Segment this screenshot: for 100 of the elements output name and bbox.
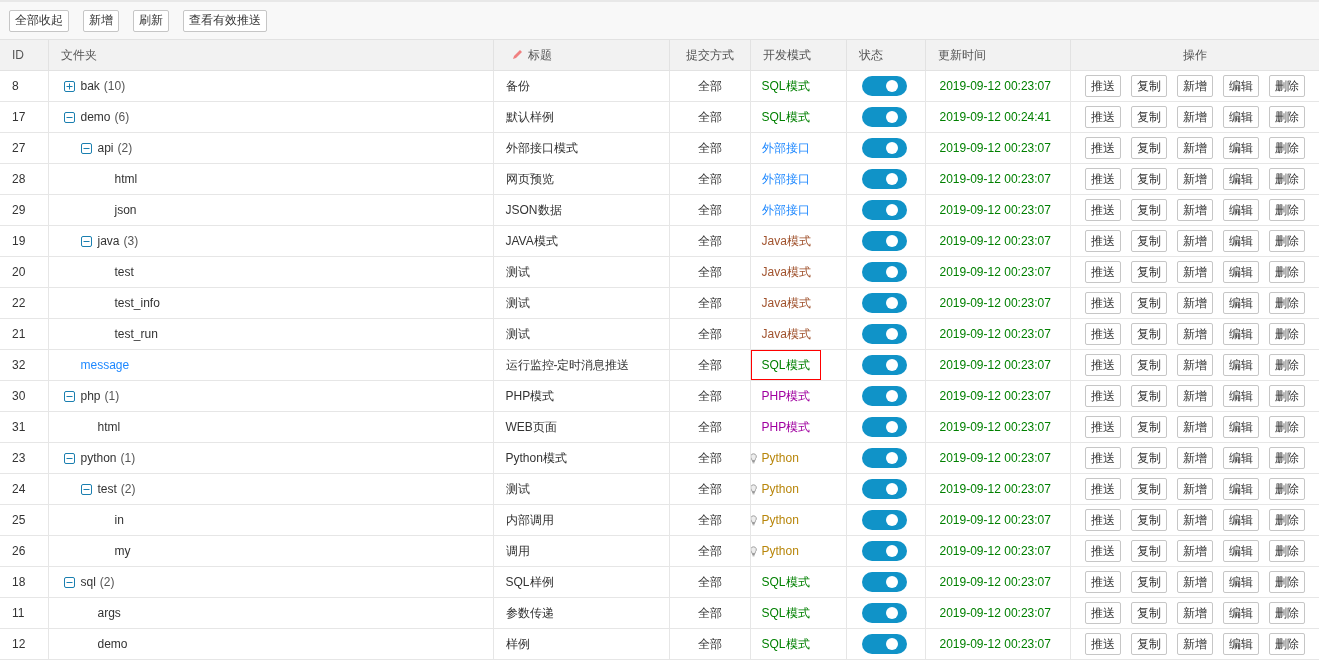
status-toggle[interactable] xyxy=(861,541,907,561)
row-action-button[interactable]: 推送 xyxy=(1084,478,1121,500)
toolbar-button[interactable]: 刷新 xyxy=(133,9,169,32)
row-action-button[interactable]: 删除 xyxy=(1268,416,1305,438)
row-action-button[interactable]: 新增 xyxy=(1176,75,1213,97)
row-action-button[interactable]: 新增 xyxy=(1176,168,1213,190)
row-action-button[interactable]: 新增 xyxy=(1176,385,1213,407)
status-toggle[interactable] xyxy=(861,200,907,220)
status-toggle[interactable] xyxy=(861,510,907,530)
row-action-button[interactable]: 复制 xyxy=(1130,230,1167,252)
row-action-button[interactable]: 编辑 xyxy=(1222,571,1259,593)
row-action-button[interactable]: 复制 xyxy=(1130,261,1167,283)
status-toggle[interactable] xyxy=(861,603,907,623)
row-action-button[interactable]: 推送 xyxy=(1084,571,1121,593)
collapse-icon[interactable] xyxy=(80,235,92,247)
row-action-button[interactable]: 删除 xyxy=(1268,385,1305,407)
row-action-button[interactable]: 编辑 xyxy=(1222,478,1259,500)
row-action-button[interactable]: 删除 xyxy=(1268,137,1305,159)
row-action-button[interactable]: 删除 xyxy=(1268,168,1305,190)
toolbar-button[interactable]: 全部收起 xyxy=(9,9,69,32)
row-action-button[interactable]: 删除 xyxy=(1268,75,1305,97)
row-action-button[interactable]: 新增 xyxy=(1176,447,1213,469)
row-action-button[interactable]: 复制 xyxy=(1130,199,1167,221)
row-action-button[interactable]: 复制 xyxy=(1130,602,1167,624)
row-action-button[interactable]: 删除 xyxy=(1268,292,1305,314)
row-action-button[interactable]: 编辑 xyxy=(1222,385,1259,407)
status-toggle[interactable] xyxy=(861,231,907,251)
row-action-button[interactable]: 删除 xyxy=(1268,354,1305,376)
row-action-button[interactable]: 删除 xyxy=(1268,106,1305,128)
row-action-button[interactable]: 推送 xyxy=(1084,354,1121,376)
row-action-button[interactable]: 推送 xyxy=(1084,137,1121,159)
row-action-button[interactable]: 删除 xyxy=(1268,199,1305,221)
row-action-button[interactable]: 删除 xyxy=(1268,633,1305,655)
row-action-button[interactable]: 推送 xyxy=(1084,633,1121,655)
row-action-button[interactable]: 推送 xyxy=(1084,509,1121,531)
row-action-button[interactable]: 新增 xyxy=(1176,416,1213,438)
row-action-button[interactable]: 复制 xyxy=(1130,354,1167,376)
collapse-icon[interactable] xyxy=(80,483,92,495)
row-action-button[interactable]: 复制 xyxy=(1130,137,1167,159)
row-action-button[interactable]: 推送 xyxy=(1084,106,1121,128)
status-toggle[interactable] xyxy=(861,169,907,189)
collapse-icon[interactable] xyxy=(63,576,75,588)
row-action-button[interactable]: 复制 xyxy=(1130,385,1167,407)
row-action-button[interactable]: 新增 xyxy=(1176,137,1213,159)
row-action-button[interactable]: 删除 xyxy=(1268,540,1305,562)
row-action-button[interactable]: 复制 xyxy=(1130,509,1167,531)
row-action-button[interactable]: 新增 xyxy=(1176,292,1213,314)
row-action-button[interactable]: 新增 xyxy=(1176,633,1213,655)
row-action-button[interactable]: 复制 xyxy=(1130,75,1167,97)
row-action-button[interactable]: 编辑 xyxy=(1222,602,1259,624)
row-action-button[interactable]: 推送 xyxy=(1084,416,1121,438)
row-action-button[interactable]: 新增 xyxy=(1176,571,1213,593)
row-action-button[interactable]: 编辑 xyxy=(1222,354,1259,376)
row-action-button[interactable]: 编辑 xyxy=(1222,416,1259,438)
row-action-button[interactable]: 编辑 xyxy=(1222,75,1259,97)
row-action-button[interactable]: 编辑 xyxy=(1222,168,1259,190)
collapse-icon[interactable] xyxy=(63,111,75,123)
toolbar-button[interactable]: 查看有效推送 xyxy=(183,9,267,32)
row-action-button[interactable]: 编辑 xyxy=(1222,261,1259,283)
row-action-button[interactable]: 新增 xyxy=(1176,602,1213,624)
row-action-button[interactable]: 编辑 xyxy=(1222,230,1259,252)
row-action-button[interactable]: 新增 xyxy=(1176,354,1213,376)
status-toggle[interactable] xyxy=(861,324,907,344)
row-action-button[interactable]: 复制 xyxy=(1130,447,1167,469)
status-toggle[interactable] xyxy=(861,293,907,313)
row-action-button[interactable]: 推送 xyxy=(1084,261,1121,283)
row-action-button[interactable]: 新增 xyxy=(1176,230,1213,252)
row-action-button[interactable]: 推送 xyxy=(1084,447,1121,469)
row-action-button[interactable]: 复制 xyxy=(1130,571,1167,593)
row-action-button[interactable]: 推送 xyxy=(1084,385,1121,407)
row-action-button[interactable]: 推送 xyxy=(1084,540,1121,562)
collapse-icon[interactable] xyxy=(63,452,75,464)
row-action-button[interactable]: 推送 xyxy=(1084,292,1121,314)
row-action-button[interactable]: 复制 xyxy=(1130,106,1167,128)
row-action-button[interactable]: 复制 xyxy=(1130,292,1167,314)
row-action-button[interactable]: 删除 xyxy=(1268,478,1305,500)
row-action-button[interactable]: 编辑 xyxy=(1222,447,1259,469)
row-action-button[interactable]: 编辑 xyxy=(1222,292,1259,314)
row-action-button[interactable]: 新增 xyxy=(1176,478,1213,500)
row-action-button[interactable]: 推送 xyxy=(1084,230,1121,252)
row-action-button[interactable]: 编辑 xyxy=(1222,323,1259,345)
row-action-button[interactable]: 删除 xyxy=(1268,571,1305,593)
row-action-button[interactable]: 编辑 xyxy=(1222,540,1259,562)
collapse-icon[interactable] xyxy=(63,390,75,402)
status-toggle[interactable] xyxy=(861,448,907,468)
row-action-button[interactable]: 删除 xyxy=(1268,447,1305,469)
row-action-button[interactable]: 复制 xyxy=(1130,478,1167,500)
status-toggle[interactable] xyxy=(861,76,907,96)
status-toggle[interactable] xyxy=(861,479,907,499)
row-action-button[interactable]: 新增 xyxy=(1176,261,1213,283)
status-toggle[interactable] xyxy=(861,572,907,592)
row-action-button[interactable]: 新增 xyxy=(1176,509,1213,531)
collapse-icon[interactable] xyxy=(80,142,92,154)
row-action-button[interactable]: 推送 xyxy=(1084,602,1121,624)
row-action-button[interactable]: 复制 xyxy=(1130,416,1167,438)
row-action-button[interactable]: 新增 xyxy=(1176,106,1213,128)
status-toggle[interactable] xyxy=(861,634,907,654)
row-action-button[interactable]: 推送 xyxy=(1084,75,1121,97)
row-action-button[interactable]: 编辑 xyxy=(1222,106,1259,128)
row-action-button[interactable]: 推送 xyxy=(1084,168,1121,190)
